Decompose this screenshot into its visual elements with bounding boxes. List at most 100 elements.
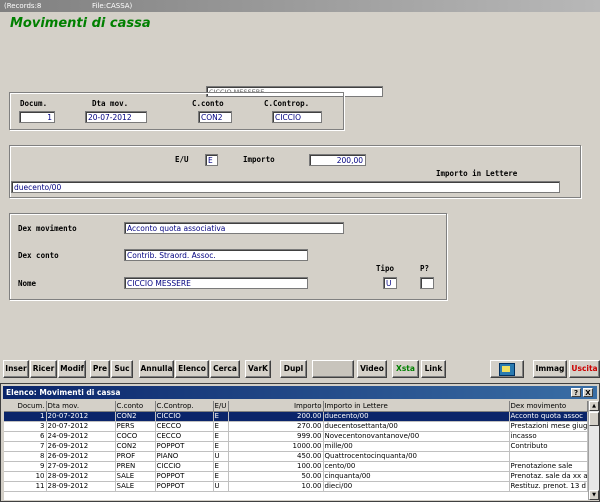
table-cell: Quattrocentocinquanta/00 <box>323 451 510 462</box>
table-cell: 50.00 <box>228 471 324 482</box>
scroll-down-icon[interactable]: ▼ <box>589 490 599 500</box>
pre-button[interactable]: Pre <box>90 360 110 378</box>
table-cell: Prestazioni mese giug <box>509 421 588 432</box>
table-cell: POPPOT <box>155 441 214 452</box>
file-name: File:CASSA) <box>92 2 133 10</box>
list-title: Elenco: Movimenti di cassa <box>6 388 121 397</box>
table-cell: 8 <box>4 451 47 462</box>
column-header[interactable]: Dex movimento <box>509 401 588 412</box>
vark-button[interactable]: VarK <box>245 360 271 378</box>
table-cell: POPPOT <box>155 471 214 482</box>
nome-field[interactable]: CICCIO MESSERE <box>124 277 308 289</box>
table-cell: E <box>213 431 229 442</box>
link-button[interactable]: Link <box>421 360 446 378</box>
dta-mov-field[interactable]: 20-07-2012 <box>85 111 147 123</box>
scroll-up-icon[interactable]: ▲ <box>589 401 599 411</box>
close-button[interactable]: X <box>583 388 593 397</box>
importo-lettere-field[interactable]: duecento/00 <box>11 181 560 193</box>
column-header[interactable]: C.Controp. <box>155 401 214 412</box>
dta-mov-label: Dta mov. <box>92 99 129 108</box>
table-cell: Acconto quota assoc <box>509 411 588 422</box>
dupl-button[interactable]: Dupl <box>280 360 307 378</box>
c-conto-label: C.conto <box>192 99 224 108</box>
column-header[interactable]: Dta mov. <box>46 401 116 412</box>
table-cell: Prenotazione sale <box>509 461 588 472</box>
table-row[interactable]: 8 26-09-2012 PROF PIANO U 450.00 Quattrocentoc… <box>4 451 588 462</box>
tipo-label: Tipo <box>376 264 395 273</box>
action-toolbar: Inser Ricer Modif Pre Suc Annulla Elenco… <box>0 358 600 380</box>
ricer-button[interactable]: Ricer <box>30 360 57 378</box>
table-cell: SALE <box>115 471 156 482</box>
c-conto-field[interactable]: CON2 <box>198 111 232 123</box>
list-window-title: Elenco: Movimenti di cassa ? X <box>3 386 597 399</box>
table-cell: 9 <box>4 461 47 472</box>
cerca-button[interactable]: Cerca <box>210 360 240 378</box>
blank-button[interactable] <box>312 360 354 378</box>
dex-movimento-label: Dex movimento <box>18 224 77 233</box>
table-cell: 100.00 <box>228 461 324 472</box>
table-row[interactable]: 11 28-09-2012 SALE POPPOT U 10.00 dieci/00 Rest… <box>4 481 588 492</box>
table-cell: Novecentonovantanove/00 <box>323 431 510 442</box>
column-header[interactable]: E/U <box>213 401 229 412</box>
vertical-scrollbar[interactable]: ▲ ▼ <box>588 401 599 500</box>
table-cell: 450.00 <box>228 451 324 462</box>
dex-conto-field[interactable]: Contrib. Straord. Assoc. <box>124 249 308 261</box>
table-cell: PERS <box>115 421 156 432</box>
table-row[interactable]: 6 24-09-2012 COCO CECCO E 999.00 Novecentonova… <box>4 431 588 442</box>
eu-field[interactable]: E <box>205 154 218 166</box>
column-header[interactable]: Importo in Lettere <box>323 401 510 412</box>
table-cell: Prenotaz. sale da xx a <box>509 471 588 482</box>
table-cell: dieci/00 <box>323 481 510 492</box>
xsta-button[interactable]: Xsta <box>392 360 419 378</box>
importo-lettere-label: Importo in Lettere <box>436 169 518 178</box>
eu-label: E/U <box>175 155 189 164</box>
inser-button[interactable]: Inser <box>3 360 29 378</box>
suc-button[interactable]: Suc <box>111 360 133 378</box>
docum-field[interactable]: 1 <box>19 111 55 123</box>
table-cell: mille/00 <box>323 441 510 452</box>
table-cell: 27-09-2012 <box>46 461 116 472</box>
help-button[interactable]: ? <box>571 388 581 397</box>
importo-field[interactable]: 200,00 <box>309 154 366 166</box>
table-cell: 270.00 <box>228 421 324 432</box>
nome-label: Nome <box>18 279 37 288</box>
column-header[interactable]: Importo <box>228 401 324 412</box>
table-row[interactable]: 7 26-09-2012 CON2 POPPOT E 1000.00 mille/00 Con… <box>4 441 588 452</box>
table-cell: 1 <box>4 411 47 422</box>
p-field[interactable] <box>420 277 434 289</box>
column-header[interactable]: Docum. <box>4 401 47 412</box>
c-controp-field[interactable]: CICCIO <box>272 111 322 123</box>
p-label: P? <box>420 264 430 273</box>
dex-movimento-field[interactable]: Acconto quota associativa <box>124 222 344 234</box>
uscita-button[interactable]: Uscita <box>569 360 600 378</box>
table-row[interactable]: 10 28-09-2012 SALE POPPOT E 50.00 cinquanta/00… <box>4 471 588 482</box>
video-button[interactable]: Video <box>357 360 387 378</box>
table-cell: duecento/00 <box>323 411 510 422</box>
annulla-button[interactable]: Annulla <box>139 360 174 378</box>
records-count: (Records:8 <box>4 2 42 10</box>
table-cell: E <box>213 411 229 422</box>
docum-label: Docum. <box>20 99 48 108</box>
table-cell <box>509 451 588 462</box>
modif-button[interactable]: Modif <box>58 360 86 378</box>
tipo-field[interactable]: U <box>383 277 397 289</box>
table-cell: E <box>213 421 229 432</box>
table-row[interactable]: 9 27-09-2012 PREN CICCIO E 100.00 cento/00 Pren… <box>4 461 588 472</box>
table-cell: PIANO <box>155 451 214 462</box>
scroll-thumb[interactable] <box>589 412 599 426</box>
table-row[interactable]: 3 20-07-2012 PERS CECCO E 270.00 duecentosetta… <box>4 421 588 432</box>
column-header[interactable]: C.conto <box>115 401 156 412</box>
image-button[interactable] <box>490 360 524 378</box>
immag-button[interactable]: Immag <box>533 360 567 378</box>
table-cell: CECCO <box>155 421 214 432</box>
table-cell: 1000.00 <box>228 441 324 452</box>
table-cell: E <box>213 441 229 452</box>
table-cell: E <box>213 461 229 472</box>
table-cell: 10.00 <box>228 481 324 492</box>
table-row[interactable]: 1 20-07-2012 CON2 CICCIO E 200.00 duecento/00 A… <box>4 411 588 422</box>
table-cell: CICCIO <box>155 411 214 422</box>
table-cell: 20-07-2012 <box>46 411 116 422</box>
table-cell: incasso <box>509 431 588 442</box>
elenco-button[interactable]: Elenco <box>175 360 209 378</box>
table-cell: 999.00 <box>228 431 324 442</box>
